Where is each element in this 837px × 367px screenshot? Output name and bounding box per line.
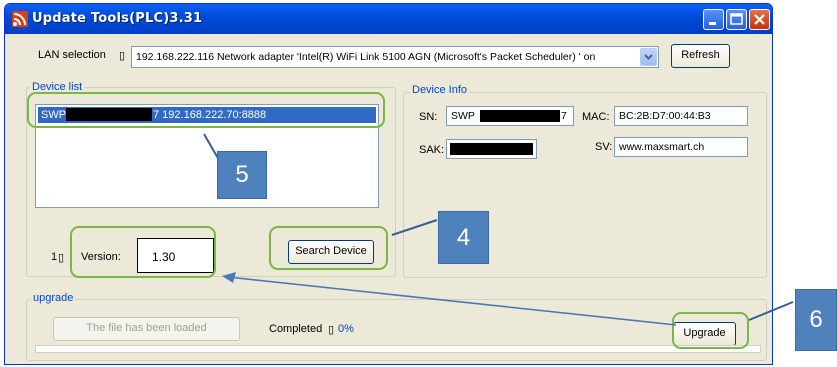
callout-4: 4 [438,211,489,264]
arrowhead-icon [222,272,236,283]
pointer-line-4 [391,219,438,236]
pointer-line-6 [748,301,794,321]
arrow-upgrade-to-version [227,276,677,326]
annotation-arrows [203,133,794,326]
callout-6: 6 [795,289,837,351]
callout-5: 5 [217,151,267,199]
